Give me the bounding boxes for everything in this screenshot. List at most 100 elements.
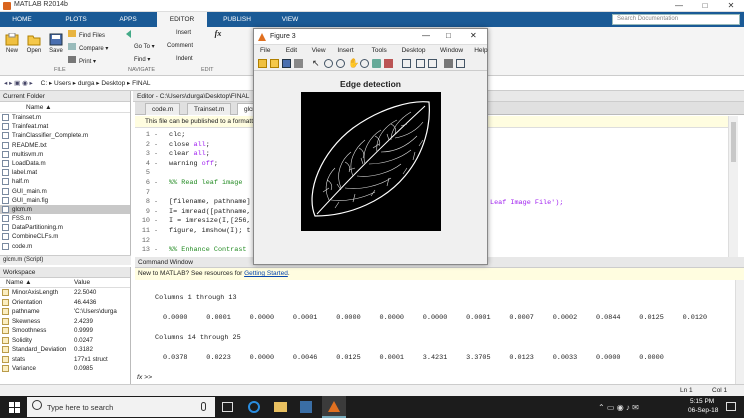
editor-tab-code[interactable]: code.m: [145, 103, 181, 115]
breakpoint-marker[interactable]: -: [154, 217, 158, 225]
file-list-item[interactable]: GUI_main.fig: [0, 196, 130, 205]
tab-view[interactable]: VIEW: [272, 12, 308, 27]
zoom-out-icon[interactable]: [336, 59, 345, 68]
code-line[interactable]: clc;: [169, 131, 185, 139]
file-list-item[interactable]: TrainClassifier_Complete.m: [0, 131, 130, 140]
tab-plots[interactable]: PLOTS: [56, 12, 96, 27]
workspace-row[interactable]: stats 177x1 struct: [0, 355, 130, 365]
open-button[interactable]: Open: [24, 33, 44, 54]
workspace-value-header[interactable]: Value: [74, 278, 90, 288]
command-scrollbar[interactable]: [735, 280, 744, 384]
figure-menu-insert[interactable]: Insert: [337, 47, 353, 54]
workspace-row[interactable]: pathname 'C:\Users\durga: [0, 307, 130, 317]
link-icon[interactable]: [402, 59, 411, 68]
windows-start-icon[interactable]: [9, 402, 20, 413]
pan-icon[interactable]: ✋: [348, 58, 359, 69]
fig-print-icon[interactable]: [294, 59, 303, 68]
breakpoint-marker[interactable]: -: [154, 246, 158, 254]
workspace-row[interactable]: Standard_Deviation 0.3182: [0, 345, 130, 355]
file-list-item[interactable]: GUI_main.m: [0, 187, 130, 196]
tray-icons[interactable]: ⌃ ▭ ◉ ♪ ✉: [598, 403, 639, 412]
address-part[interactable]: FINAL: [132, 80, 150, 87]
file-list-item[interactable]: label.mat: [0, 168, 130, 177]
minimize-button[interactable]: —: [666, 0, 692, 12]
tab-apps[interactable]: APPS: [110, 12, 146, 27]
code-line[interactable]: clear all;: [169, 150, 210, 158]
file-list-item[interactable]: glcm.m: [0, 204, 130, 215]
notifications-icon[interactable]: [726, 402, 736, 411]
address-part[interactable]: Desktop: [101, 80, 125, 87]
address-part[interactable]: C:: [35, 80, 48, 87]
figure-menu-file[interactable]: File: [260, 47, 270, 54]
code-line[interactable]: close all;: [169, 141, 210, 149]
file-list-item[interactable]: CombineCLFs.m: [0, 232, 130, 241]
breakpoint-marker[interactable]: -: [154, 150, 158, 158]
insert-function-button[interactable]: fx: [212, 29, 224, 38]
indent-button[interactable]: Indent: [176, 56, 196, 62]
breakpoint-marker[interactable]: -: [154, 208, 158, 216]
new-button[interactable]: New: [3, 33, 21, 54]
print-button[interactable]: Print ▾: [68, 56, 118, 65]
figure-menu-help[interactable]: Help: [474, 47, 487, 54]
zoom-in-icon[interactable]: [324, 59, 333, 68]
microphone-icon[interactable]: [201, 402, 206, 411]
find-button[interactable]: Find ▾: [134, 56, 164, 63]
comment-button[interactable]: Comment: [167, 43, 197, 49]
file-list-item[interactable]: Trainfeat.mat: [0, 122, 130, 131]
name-column-header[interactable]: Name ▲: [0, 102, 130, 113]
breakpoint-marker[interactable]: -: [154, 198, 158, 206]
colorbar-icon[interactable]: [416, 59, 425, 68]
figure-menu-tools[interactable]: Tools: [372, 47, 387, 54]
command-window-output[interactable]: Columns 1 through 13 0.0000 0.0001 0.0000 0…: [135, 280, 735, 384]
file-explorer-icon[interactable]: [274, 402, 287, 412]
workspace-name-header[interactable]: Name ▲: [6, 278, 32, 288]
nav-arrows-icon[interactable]: ◂ ▸ ▣ ◉ ▸: [0, 80, 33, 87]
maximize-button[interactable]: □: [692, 0, 718, 12]
legend-icon[interactable]: [428, 59, 437, 68]
breakpoint-marker[interactable]: -: [154, 179, 158, 187]
breakpoint-marker[interactable]: -: [154, 160, 158, 168]
workspace-row[interactable]: Variance 0.0985: [0, 364, 130, 374]
tab-home[interactable]: HOME: [4, 12, 40, 27]
find-files-button[interactable]: Find Files: [68, 30, 118, 39]
figure-close-button[interactable]: ✕: [470, 31, 477, 40]
file-list-item[interactable]: half.m: [0, 177, 130, 186]
getting-started-link[interactable]: Getting Started: [244, 270, 288, 277]
figure-menu-desktop[interactable]: Desktop: [402, 47, 426, 54]
figure-minimize-button[interactable]: —: [422, 31, 430, 40]
hide-plot-tools-icon[interactable]: [444, 59, 453, 68]
compare-button[interactable]: Compare ▾: [68, 43, 118, 52]
clock-date[interactable]: 06-Sep-18: [688, 407, 718, 414]
file-list-item[interactable]: FSS.m: [0, 214, 130, 223]
breakpoint-marker[interactable]: -: [154, 227, 158, 235]
go-to-button[interactable]: Go To ▾: [134, 43, 164, 50]
save-button[interactable]: Save: [47, 33, 65, 54]
code-line[interactable]: figure, imshow(I); t: [169, 227, 251, 235]
fig-new-icon[interactable]: [258, 59, 267, 68]
code-line[interactable]: I= imread([pathname,: [169, 208, 251, 216]
brush-icon[interactable]: [384, 59, 393, 68]
file-list-item[interactable]: README.txt: [0, 141, 130, 150]
workspace-row[interactable]: MinorAxisLength 22.5040: [0, 288, 130, 298]
code-line[interactable]: %% Enhance Contrast: [169, 246, 247, 254]
close-button[interactable]: ✕: [718, 0, 744, 12]
fig-save-icon[interactable]: [282, 59, 291, 68]
task-view-icon[interactable]: [222, 402, 233, 412]
show-plot-tools-icon[interactable]: [456, 59, 465, 68]
tab-publish[interactable]: PUBLISH: [215, 12, 259, 27]
file-list-item[interactable]: multisvm.m: [0, 150, 130, 159]
file-list-item[interactable]: LoadData.m: [0, 159, 130, 168]
workspace-row[interactable]: Solidity 0.0247: [0, 336, 130, 346]
fig-open-icon[interactable]: [270, 59, 279, 68]
matlab-taskbar-button[interactable]: [322, 396, 346, 418]
code-line[interactable]: I = imresize(I,[256,: [169, 217, 251, 225]
file-list-item[interactable]: Trainset.m: [0, 113, 130, 122]
breakpoint-marker[interactable]: -: [154, 131, 158, 139]
workspace-row[interactable]: Skewness 2.4239: [0, 317, 130, 327]
editor-scrollbar[interactable]: [728, 116, 738, 257]
figure-menu-view[interactable]: View: [312, 47, 326, 54]
file-list-item[interactable]: code.m: [0, 242, 130, 251]
figure-menu-edit[interactable]: Edit: [286, 47, 297, 54]
insert-button[interactable]: Insert: [176, 30, 196, 36]
search-documentation-input[interactable]: Search Documentation: [612, 14, 740, 25]
